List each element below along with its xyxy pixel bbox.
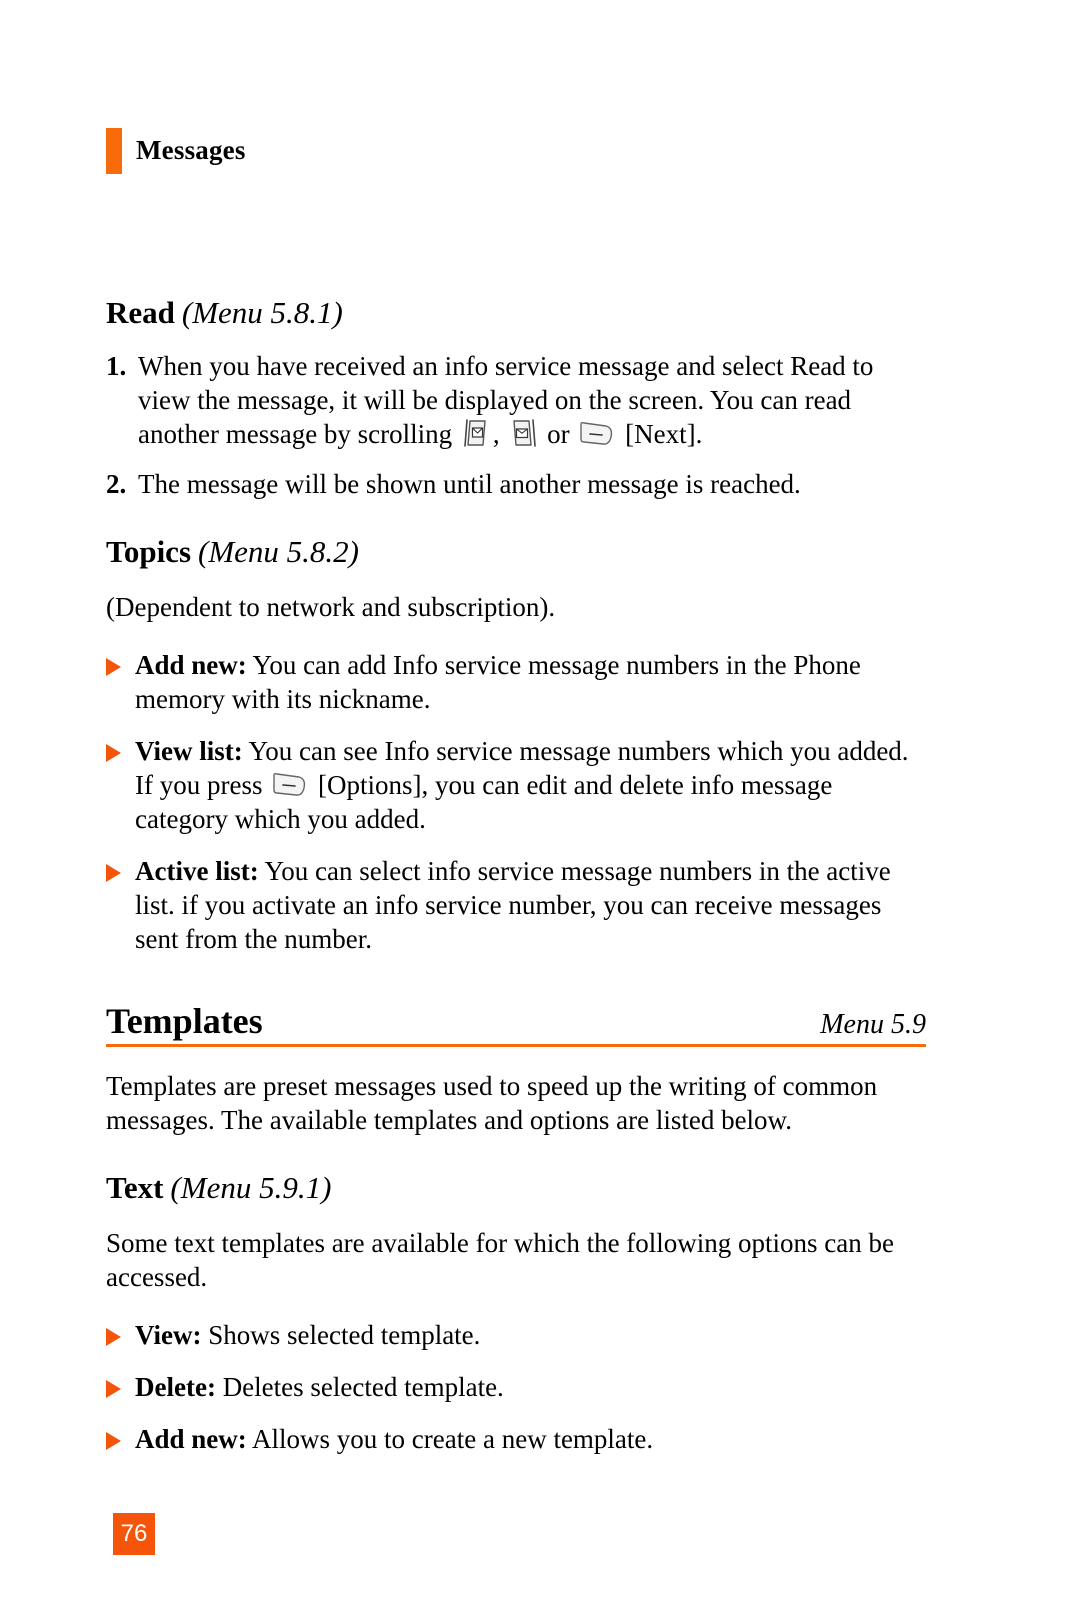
bullet-list-item: Delete: Deletes selected template.: [106, 1370, 926, 1404]
subsection-title: Topics: [106, 533, 192, 569]
header-accent-bar: [106, 128, 122, 174]
bullet-lead-label: View:: [135, 1320, 202, 1351]
list-number: 1.: [106, 350, 127, 381]
triangle-bullet-icon: [106, 1380, 135, 1414]
subsection-title: Text: [106, 1170, 164, 1206]
subsection-title: Read: [106, 295, 175, 330]
list-item-text: The message will be shown until another …: [138, 468, 801, 499]
bullet-text: View: Shows selected template.: [135, 1318, 926, 1352]
bullet-lead-label: Add new:: [135, 649, 247, 680]
templates-intro-paragraph: Templates are preset messages used to sp…: [106, 1071, 878, 1136]
numbered-list-item: 2. The message will be shown until anoth…: [106, 467, 926, 501]
list-number: 2.: [106, 468, 127, 499]
section-menu-ref: Menu 5.9: [820, 1008, 926, 1040]
bullet-list-item: View: Shows selected template.: [106, 1318, 926, 1352]
running-header-title: Messages: [136, 134, 246, 165]
subsection-menu-ref: (Menu 5.9.1): [170, 1170, 332, 1206]
bullet-lead-label: Delete:: [135, 1372, 216, 1403]
step-text-part-3: or: [540, 418, 577, 449]
bullet-text: Active list: You can select info service…: [135, 854, 926, 956]
step-text-part-2: ,: [492, 418, 507, 449]
section-title: Templates: [106, 1000, 263, 1041]
topics-intro-paragraph: (Dependent to network and subscription).: [106, 591, 556, 622]
list-item-text: When you have received an info service m…: [138, 349, 926, 451]
triangle-bullet-icon: [106, 657, 135, 726]
bullet-list-item: Add new: Allows you to create a new temp…: [106, 1422, 926, 1456]
bullet-list-item: Add new: You can add Info service messag…: [106, 648, 926, 716]
bullet-list-item: Active list: You can select info service…: [106, 854, 926, 956]
subsection-heading-read: Read (Menu 5.8.1): [106, 295, 926, 331]
subsection-heading-topics: Topics (Menu 5.8.2): [106, 533, 926, 570]
soft-key-icon: [271, 771, 309, 799]
soft-key-icon: [578, 420, 616, 448]
text-intro-paragraph: Some text templates are available for wh…: [106, 1227, 895, 1292]
subsection-menu-ref: (Menu 5.8.1): [181, 295, 343, 330]
bullet-body-text: Allows you to create a new template.: [246, 1424, 654, 1455]
bullet-lead-label: Active list:: [135, 855, 259, 886]
nav-down-key-icon: [508, 418, 538, 448]
triangle-bullet-icon: [106, 1328, 135, 1362]
page-number-badge: 76: [113, 1513, 155, 1555]
triangle-bullet-icon: [106, 863, 135, 966]
triangle-bullet-icon: [106, 743, 135, 846]
bullet-text: Add new: You can add Info service messag…: [135, 648, 926, 716]
subsection-menu-ref: (Menu 5.8.2): [198, 533, 359, 569]
bullet-lead-label: Add new:: [135, 1424, 247, 1455]
bullet-text: View list: You can see Info service mess…: [135, 734, 926, 836]
triangle-bullet-icon: [106, 1432, 135, 1466]
numbered-list-item: 1. When you have received an info servic…: [106, 349, 926, 451]
section-heading-templates: Templates Menu 5.9: [106, 1000, 926, 1048]
document-page: Messages Read (Menu 5.8.1) 1. When you ha…: [0, 0, 1080, 1621]
bullet-text: Delete: Deletes selected template.: [135, 1370, 926, 1404]
subsection-heading-text: Text (Menu 5.9.1): [106, 1170, 926, 1206]
page-body: Read (Menu 5.8.1) 1. When you have receiv…: [106, 295, 926, 1456]
bullet-lead-label: View list:: [135, 735, 243, 766]
bullet-body-text: Deletes selected template.: [215, 1372, 504, 1403]
bullet-text: Add new: Allows you to create a new temp…: [135, 1422, 926, 1456]
bullet-body-text: Shows selected template.: [201, 1320, 481, 1351]
nav-up-key-icon: [461, 418, 491, 448]
step-text-part-4: [Next].: [618, 418, 703, 449]
running-header: Messages: [106, 128, 246, 174]
bullet-list-item: View list: You can see Info service mess…: [106, 734, 926, 836]
